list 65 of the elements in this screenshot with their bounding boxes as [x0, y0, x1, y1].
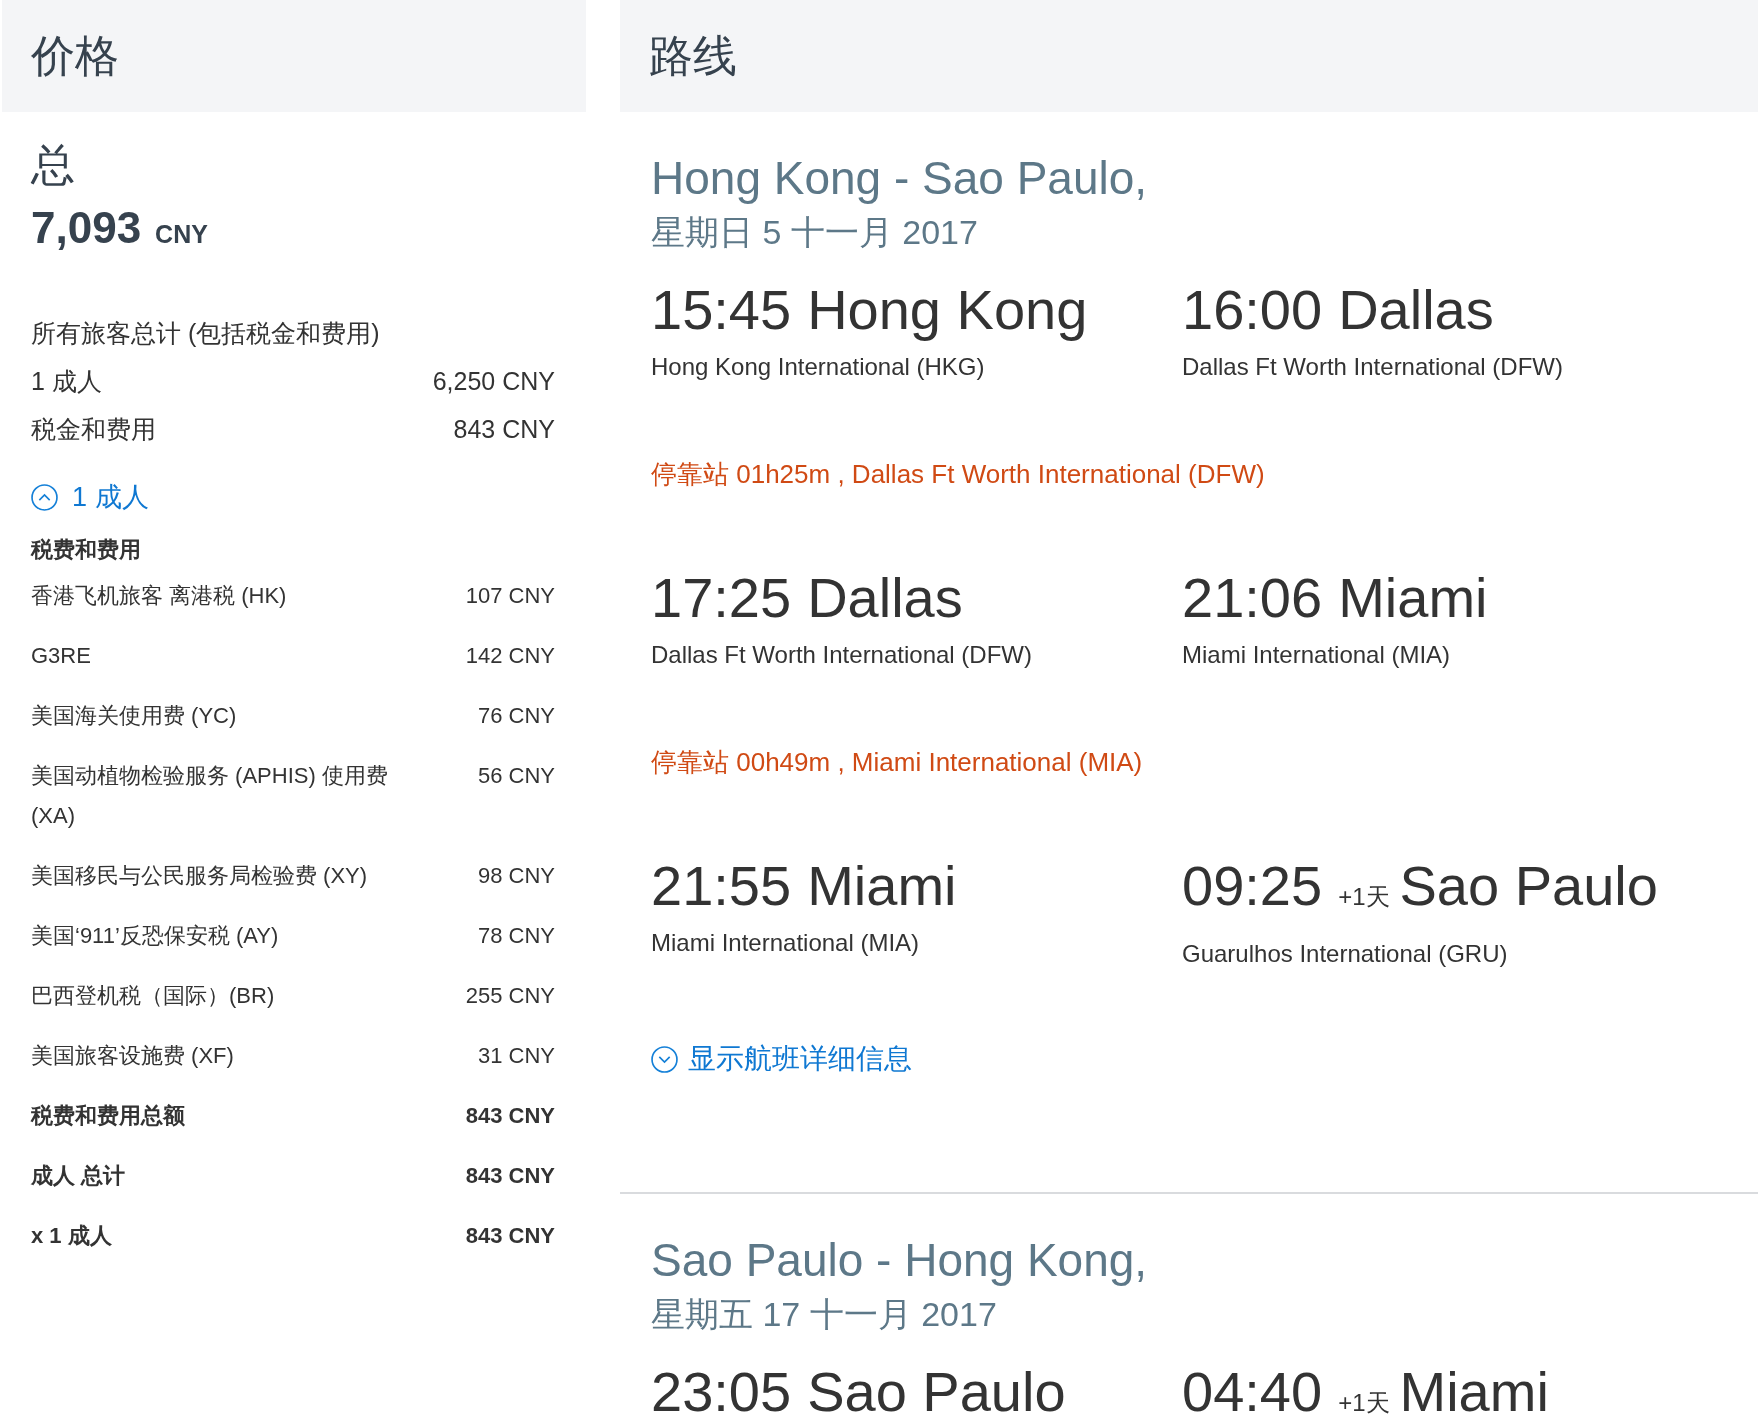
fee-label: 成人 总计 [31, 1162, 127, 1190]
fee-label: 香港飞机旅客 离港税 (HK) [31, 582, 288, 610]
flight-time: 04:40 [1182, 1360, 1323, 1420]
fee-amount: 107 CNY [465, 582, 555, 610]
fee-amount: 142 CNY [465, 642, 555, 670]
fee-amount: 78 CNY [477, 922, 555, 950]
flight-time: 21:06 [1182, 566, 1323, 630]
route-title: Hong Kong - Sao Paulo, [651, 154, 1149, 202]
row-amount: 6,250 CNY [432, 366, 555, 397]
airport-name: Dallas Ft Worth International (DFW) [1182, 352, 1564, 382]
fee-label: 美国移民与公民服务局检验费 (XY) [31, 862, 369, 890]
summary-label: 所有旅客总计 (包括税金和费用) [31, 318, 381, 349]
fee-amount: 31 CNY [477, 1042, 555, 1070]
fee-label: 美国海关使用费 (YC) [31, 702, 238, 730]
route-date: 星期日 5 十一月 2017 [651, 212, 979, 252]
flight-time: 23:05 [651, 1360, 792, 1420]
route-date: 星期五 17 十一月 2017 [651, 1294, 998, 1334]
city-name: Miami [807, 854, 957, 918]
fee-amount: 76 CNY [477, 702, 555, 730]
city-name: Dallas [1338, 278, 1494, 342]
panel-title: 路线 [649, 34, 737, 78]
city-name: Hong Kong [807, 278, 1088, 342]
day-offset: +1天 [1338, 882, 1390, 912]
fee-label: x 1 成人 [31, 1222, 113, 1250]
flight-time: 16:00 [1182, 278, 1323, 342]
fee-amount: 98 CNY [477, 862, 555, 890]
fee-label: 税费和费用总额 [31, 1102, 186, 1130]
flight-details-link[interactable]: 显示航班详细信息 [651, 1043, 912, 1075]
row-label: 税金和费用 [31, 414, 156, 445]
airport-name: Miami International (MIA) [651, 928, 921, 958]
layover-notice: 停靠站 00h49m , Miami International (MIA) [651, 746, 1144, 778]
flight-time: 15:45 [651, 278, 792, 342]
airport-name: Hong Kong International (HKG) [651, 352, 986, 382]
fee-amount: 843 CNY [465, 1162, 555, 1190]
day-offset: +1天 [1338, 1388, 1390, 1418]
panel-title: 价格 [31, 34, 119, 78]
fee-amount: 843 CNY [465, 1222, 555, 1250]
flight-time: 09:25 [1182, 854, 1323, 918]
flight-time: 17:25 [651, 566, 792, 630]
airport-name: Dallas Ft Worth International (DFW) [651, 640, 1033, 670]
total-label: 总 [31, 139, 76, 191]
city-name: Miami [1399, 1360, 1549, 1420]
route-title: Sao Paulo - Hong Kong, [651, 1236, 1149, 1284]
row-label: 1 成人 [31, 366, 102, 397]
fee-label: 巴西登机税（国际）(BR) [31, 982, 276, 1010]
fee-label: 美国旅客设施费 (XF) [31, 1042, 235, 1070]
passenger-toggle[interactable]: 1 成人 [31, 477, 149, 517]
fee-amount: 843 CNY [465, 1102, 555, 1130]
fee-label: 美国动植物检验服务 (APHIS) 使用费 (XA) [31, 762, 389, 830]
currency-label: CNY [155, 220, 208, 248]
city-name: Sao Paulo [807, 1360, 1066, 1420]
city-name: Dallas [807, 566, 963, 630]
breakdown-title: 税费和费用 [31, 536, 142, 564]
airport-name: Miami International (MIA) [1182, 640, 1452, 670]
airport-name: Guarulhos International (GRU) [1182, 939, 1509, 969]
row-amount: 843 CNY [453, 414, 555, 445]
fee-label: G3RE [31, 642, 92, 670]
city-name: Miami [1338, 566, 1488, 630]
fee-label: 美国‘911’反恐保安税 (AY) [31, 922, 280, 950]
fee-amount: 56 CNY [477, 762, 555, 790]
fee-amount: 255 CNY [465, 982, 555, 1010]
total-amount: 7,093 [31, 203, 142, 252]
city-name: Sao Paulo [1399, 854, 1658, 918]
flight-time: 21:55 [651, 854, 792, 918]
layover-notice: 停靠站 01h25m , Dallas Ft Worth International (DFW) [651, 458, 1266, 490]
